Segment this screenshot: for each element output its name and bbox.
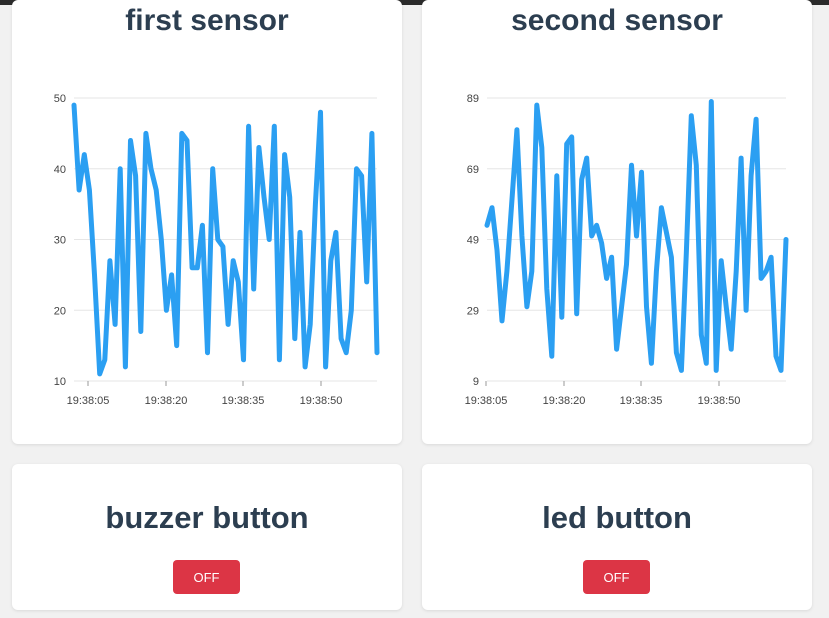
second-sensor-chart: 89 69 49 29 9 19:38:05 19:38:20 19:38:35 19:38:5… bbox=[465, 93, 789, 407]
x-tick-label: 19:38:50 bbox=[698, 395, 741, 407]
buzzer-card: buzzer button OFF bbox=[12, 464, 402, 610]
y-tick-label: 29 bbox=[467, 305, 479, 317]
x-tick-label: 19:38:35 bbox=[222, 395, 265, 407]
buzzer-title: buzzer button bbox=[105, 500, 309, 535]
y-tick-label: 20 bbox=[54, 305, 66, 317]
x-tick-label: 19:38:20 bbox=[145, 395, 188, 407]
x-tick-label: 19:38:20 bbox=[543, 395, 586, 407]
x-tick-label: 19:38:05 bbox=[465, 395, 508, 407]
second-sensor-card: second sensor 89 69 49 29 9 19:38:05 19:38:20 1… bbox=[422, 0, 812, 444]
first-sensor-chart: 50 40 30 20 1019:38:05 19:38:20 19:38:35 19:38:… bbox=[54, 93, 380, 407]
x-tick-label: 19:38:35 bbox=[620, 395, 663, 407]
y-tick-label: 40 bbox=[54, 164, 66, 176]
y-tick-label: 30 bbox=[54, 235, 66, 247]
first-sensor-card: first sensor 50 40 30 20 10 19:38:05 19:38:20 1… bbox=[12, 0, 402, 444]
x-tick-label: 19:38:05 bbox=[67, 395, 110, 407]
x-tick-label: 19:38:50 bbox=[300, 395, 343, 407]
led-toggle-button[interactable]: OFF bbox=[583, 560, 650, 594]
buzzer-toggle-button[interactable]: OFF bbox=[173, 560, 240, 594]
led-card: led button OFF bbox=[422, 464, 812, 610]
sensor-series-line bbox=[484, 99, 789, 373]
y-tick-label: 89 bbox=[467, 93, 479, 105]
y-tick-label: 50 bbox=[54, 93, 66, 105]
y-tick-label: 10 bbox=[54, 376, 66, 388]
led-title: led button bbox=[542, 500, 692, 535]
y-tick-label: 9 bbox=[473, 376, 479, 388]
y-tick-label: 69 bbox=[467, 164, 479, 176]
y-tick-label: 49 bbox=[467, 235, 479, 247]
